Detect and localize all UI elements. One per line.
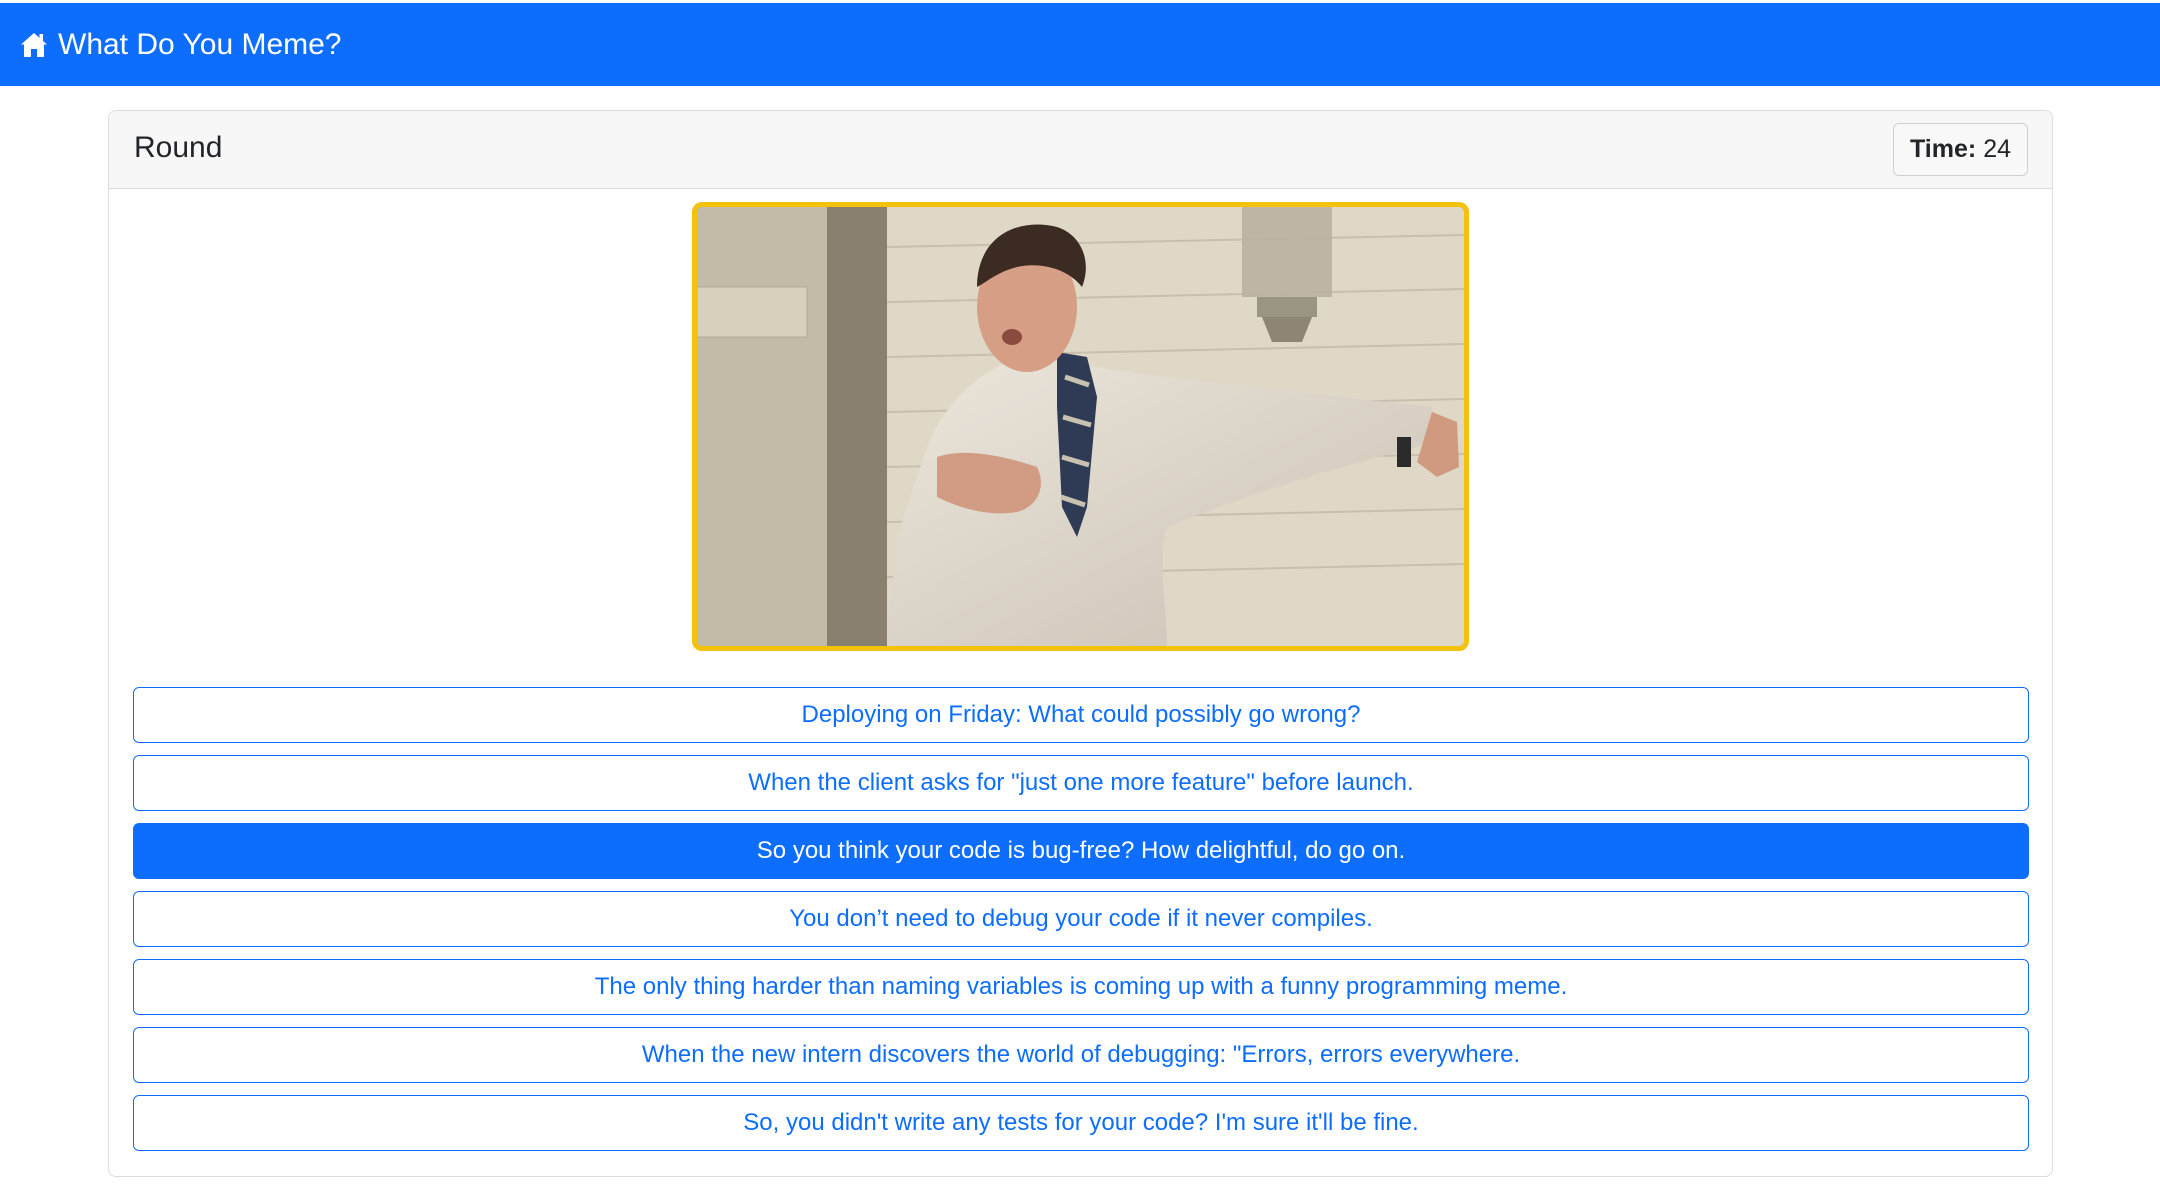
caption-option[interactable]: The only thing harder than naming variab… [133,959,2029,1015]
home-icon [19,30,49,60]
home-link[interactable]: What Do You Meme? [19,28,342,62]
round-title: Round [134,131,223,164]
top-navbar: What Do You Meme? [0,3,2160,86]
timer-label: Time: [1909,135,1977,163]
caption-option[interactable]: When the client asks for "just one more … [133,755,2029,811]
caption-option[interactable]: When the new intern discovers the world … [133,1027,2029,1083]
meme-image [692,202,1469,651]
caption-option-selected[interactable]: So you think your code is bug-free? How … [133,823,2029,879]
round-card: Round Time: 24 Deploying on Friday: What… [108,110,2053,1177]
brand-title: What Do You Meme? [58,27,342,61]
caption-option[interactable]: Deploying on Friday: What could possibly… [133,687,2029,743]
meme-photo [697,207,1464,646]
caption-list: Deploying on Friday: What could possibly… [133,687,2029,1163]
caption-option[interactable]: So, you didn't write any tests for your … [133,1095,2029,1151]
caption-option[interactable]: You don’t need to debug your code if it … [133,891,2029,947]
timer-badge: Time: 24 [1892,123,2028,176]
timer-value: 24 [1983,135,2011,163]
round-header: Round Time: 24 [109,111,2052,189]
